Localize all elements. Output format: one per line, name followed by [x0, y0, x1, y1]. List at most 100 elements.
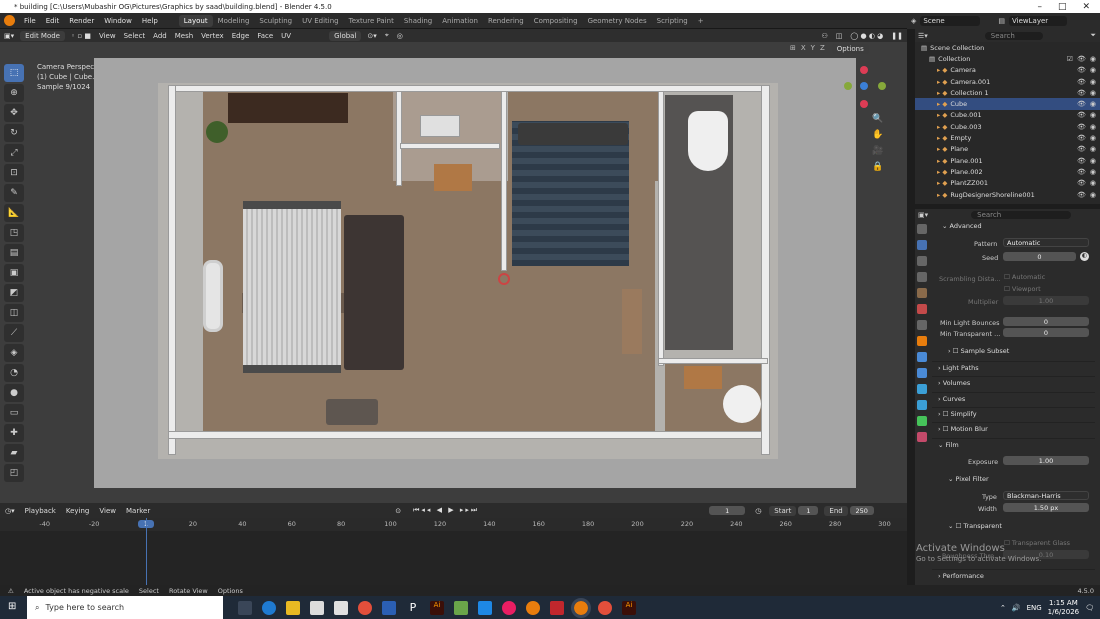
camera-view-icon[interactable]: 🎥 [872, 146, 883, 156]
axis-x-toggle[interactable]: X [801, 44, 806, 54]
timeline-menu-view[interactable]: View [94, 507, 121, 515]
outliner-item[interactable]: ▸ ◆ PlantZZ001 👁 ◉ [915, 178, 1100, 189]
pause-icon[interactable]: ❚❚ [887, 32, 907, 40]
app-icon[interactable] [478, 600, 492, 615]
camera-icon[interactable]: ◉ [1090, 123, 1096, 131]
viewport-menu-select[interactable]: Select [120, 32, 150, 40]
outliner-search[interactable]: Search [984, 31, 1043, 40]
viewport-menu-mesh[interactable]: Mesh [171, 32, 197, 40]
gizmo-neg-y[interactable] [878, 82, 886, 90]
gizmo-z-axis[interactable] [860, 82, 868, 90]
pinterest-icon[interactable]: P [406, 600, 420, 615]
min-transparent-field[interactable]: 0 [1003, 328, 1089, 337]
viewport-menu-add[interactable]: Add [149, 32, 171, 40]
eye-icon[interactable]: 👁 [1077, 191, 1086, 199]
eye-icon[interactable]: 👁 [1077, 157, 1086, 165]
section-motion-blur[interactable]: › ☐ Motion Blur [932, 422, 1095, 434]
end-frame-field[interactable]: 250 [849, 506, 874, 515]
snap-icon[interactable]: ⌖ [381, 31, 393, 40]
outliner-item[interactable]: ▸ ◆ Cube.003 👁 ◉ [915, 121, 1100, 132]
outliner-item[interactable]: ▸ ◆ Cube 👁 ◉ [915, 98, 1100, 110]
axis-z-toggle[interactable]: Z [820, 44, 825, 54]
smooth-tool[interactable]: ● [4, 384, 24, 402]
viewport-menu-view[interactable]: View [95, 32, 120, 40]
object-tab-icon[interactable] [917, 336, 927, 346]
proportional-icon[interactable]: ◎ [393, 32, 407, 40]
outliner-item[interactable]: ▸ ◆ Camera.001 👁 ◉ [915, 76, 1100, 87]
current-frame-field[interactable]: 1 [709, 506, 746, 515]
world-tab-icon[interactable] [917, 304, 927, 314]
eye-icon[interactable]: 👁 [1077, 134, 1086, 142]
eye-icon[interactable]: 👁 [1077, 145, 1086, 153]
checkbox-icon[interactable]: ☑ [1067, 55, 1073, 63]
scene-tab-icon[interactable] [917, 288, 927, 298]
move-tool[interactable]: ✥ [4, 104, 24, 122]
editor-type-icon[interactable]: ▣▾ [0, 32, 18, 40]
clock[interactable]: 1:15 AM 1/6/2026 [1048, 599, 1079, 617]
seed-field[interactable]: 0 [1003, 252, 1076, 261]
options-button[interactable]: Options [831, 44, 869, 54]
menu-window[interactable]: Window [99, 17, 137, 25]
section-light-paths[interactable]: › Light Paths [932, 361, 1095, 373]
gizmo-y-axis[interactable] [844, 82, 852, 90]
file-explorer-icon[interactable] [286, 600, 300, 615]
filter-icon[interactable]: ⏷ [1090, 31, 1100, 40]
section-advanced[interactable]: ⌄ Advanced [932, 220, 1095, 232]
language-indicator[interactable]: ENG [1027, 604, 1042, 612]
viewport-menu-face[interactable]: Face [253, 32, 277, 40]
mode-selector[interactable]: Edit Mode [20, 30, 65, 41]
outliner-item[interactable]: ▸ ◆ RugDesignerShoreline001 👁 ◉ [915, 189, 1100, 200]
outliner-collection[interactable]: ▤ Collection ☑ 👁 ◉ [915, 53, 1100, 64]
eye-icon[interactable]: 👁 [1077, 78, 1086, 86]
spreadsheet-icon[interactable] [454, 600, 468, 615]
axis-y-toggle[interactable]: Y [811, 44, 815, 54]
3d-cursor-icon[interactable] [498, 273, 510, 285]
close-button[interactable]: ✕ [1082, 2, 1090, 12]
view-layer-selector[interactable]: ViewLayer [1009, 16, 1068, 26]
camera-icon[interactable]: ◉ [1090, 134, 1096, 142]
pivot-icon[interactable]: ⊙▾ [363, 32, 380, 40]
task-view-icon[interactable] [238, 600, 252, 615]
rotate-tool[interactable]: ↻ [4, 124, 24, 142]
blender-active-icon[interactable] [571, 597, 591, 618]
start-frame-field[interactable]: 1 [798, 506, 819, 515]
volume-icon[interactable]: 🔊 [1012, 604, 1021, 612]
eye-icon[interactable]: 👁 [1077, 111, 1086, 119]
rip-tool[interactable]: ◰ [4, 464, 24, 482]
acrobat-icon[interactable] [550, 600, 564, 615]
tab-scripting[interactable]: Scripting [652, 15, 693, 27]
annotate-tool[interactable]: ✎ [4, 184, 24, 202]
outliner-item[interactable]: ▸ ◆ Plane 👁 ◉ [915, 144, 1100, 155]
tab-shading[interactable]: Shading [399, 15, 437, 27]
viewport-menu-vertex[interactable]: Vertex [197, 32, 228, 40]
camera-icon[interactable]: ◉ [1090, 191, 1096, 199]
outliner-editor-icon[interactable]: ☰▾ [915, 32, 931, 40]
tab-modeling[interactable]: Modeling [213, 15, 255, 27]
view-layer-tab-icon[interactable] [917, 272, 927, 282]
modifier-tab-icon[interactable] [917, 352, 927, 362]
chrome-2-icon[interactable] [598, 600, 612, 615]
loop-cut-tool[interactable]: ◫ [4, 304, 24, 322]
gizmo-neg-x[interactable] [860, 100, 868, 108]
navigation-gizmo[interactable] [842, 64, 888, 108]
tab-uv-editing[interactable]: UV Editing [297, 15, 344, 27]
tab-rendering[interactable]: Rendering [483, 15, 529, 27]
section-performance[interactable]: › Performance [932, 569, 1095, 581]
camera-icon[interactable]: ◉ [1090, 111, 1096, 119]
multiplier-field[interactable]: 1.00 [1003, 296, 1089, 305]
mirror-icon[interactable]: ⊞ [790, 44, 796, 54]
section-pixel-filter[interactable]: ⌄ Pixel Filter [932, 473, 1095, 485]
record-icon[interactable]: ⊙ [395, 507, 401, 515]
pan-hand-icon[interactable]: ✋ [872, 130, 883, 140]
select-box-tool[interactable]: ⬚ [4, 64, 24, 82]
overlay-icon[interactable]: ⚇ [818, 32, 832, 40]
data-tab-icon[interactable] [917, 416, 927, 426]
edge-slide-tool[interactable]: ▭ [4, 404, 24, 422]
playback-controls[interactable]: ⏮◂◂ ◀ ▶ ▸▸⏭ [413, 506, 479, 515]
maximize-button[interactable]: □ [1058, 2, 1067, 12]
scrambling-automatic-checkbox[interactable]: ☐ Automatic [1004, 273, 1045, 281]
measure-tool[interactable]: 📐 [4, 204, 24, 222]
eye-icon[interactable]: 👁 [1077, 89, 1086, 97]
camera-icon[interactable]: ◉ [1090, 89, 1096, 97]
seed-randomize-icon[interactable]: ◐ [1080, 252, 1089, 261]
